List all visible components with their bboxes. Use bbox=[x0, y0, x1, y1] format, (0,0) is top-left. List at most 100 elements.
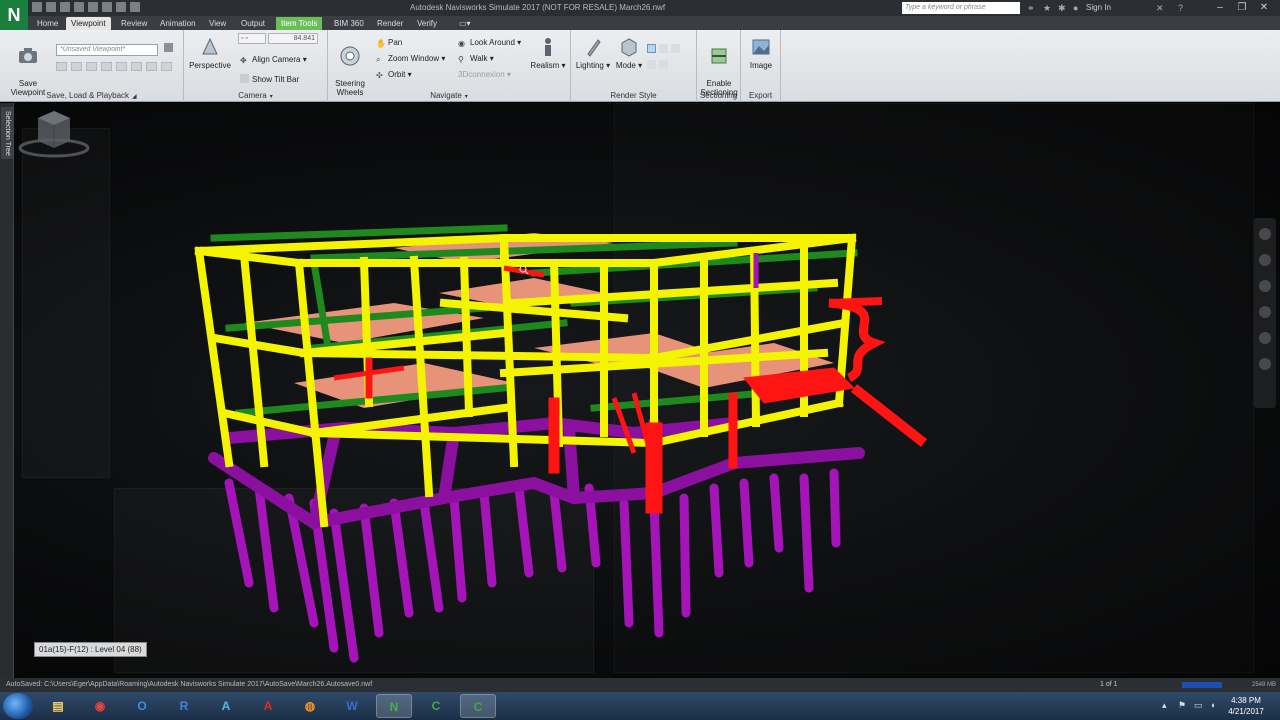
tray-monitor-icon[interactable]: ▭ bbox=[1194, 700, 1204, 710]
tab-bim-360[interactable]: BIM 360 bbox=[329, 17, 369, 30]
next-icon[interactable] bbox=[146, 62, 157, 71]
word-taskbar-icon[interactable]: W bbox=[334, 694, 370, 718]
print-icon[interactable] bbox=[74, 2, 84, 12]
save-viewpoint-button[interactable]: Save Viewpoint bbox=[6, 36, 50, 97]
walk-nav-icon[interactable] bbox=[1259, 358, 1271, 370]
steering-wheel-nav-icon[interactable] bbox=[1259, 228, 1271, 240]
realism-button[interactable]: Realism ▾ bbox=[526, 36, 570, 70]
tab-item-tools[interactable]: Item Tools bbox=[276, 17, 323, 30]
camtasia-recorder-taskbar-icon[interactable]: C bbox=[460, 694, 496, 718]
group-sectioning: Enable Sectioning Sectioning bbox=[697, 30, 741, 102]
last-icon[interactable] bbox=[161, 62, 172, 71]
autodesk-taskbar-icon[interactable]: A bbox=[208, 694, 244, 718]
tab-animation[interactable]: Animation bbox=[155, 17, 201, 30]
eye-icon: ◉ bbox=[458, 39, 465, 48]
explorer-taskbar-icon[interactable]: ▤ bbox=[40, 694, 76, 718]
tray-flag-icon[interactable]: ⚑ bbox=[1178, 700, 1188, 710]
acrobat-taskbar-icon[interactable]: A bbox=[250, 694, 286, 718]
outlook-taskbar-icon[interactable]: O bbox=[124, 694, 160, 718]
title-bar: N Autodesk Navisworks Simulate 2017 (NOT… bbox=[0, 0, 1280, 30]
left-dock-panel: Selection Tree bbox=[0, 103, 14, 678]
tab-review[interactable]: Review bbox=[116, 17, 152, 30]
user-icon[interactable]: ● bbox=[1073, 3, 1083, 13]
select-icon[interactable] bbox=[130, 2, 140, 12]
clock-date: 4/21/2017 bbox=[1228, 707, 1264, 716]
system-clock[interactable]: 4:38 PM 4/21/2017 bbox=[1222, 695, 1270, 717]
mode-button[interactable]: Mode ▾ bbox=[607, 36, 651, 70]
zoom-window-button[interactable]: ⌕ Zoom Window ▾ bbox=[376, 54, 445, 64]
3d-viewport[interactable]: 01a(15)-F(12) : Level 04 (88) bbox=[14, 103, 1280, 678]
revit-taskbar-icon[interactable]: R bbox=[166, 694, 202, 718]
close-button[interactable]: ✕ bbox=[1254, 0, 1274, 16]
orbit-button[interactable]: ✣ Orbit ▾ bbox=[376, 70, 412, 80]
tray-arrow-icon[interactable]: ▴ bbox=[1162, 700, 1172, 710]
steering-wheels-button[interactable]: Steering Wheels bbox=[328, 36, 372, 97]
tab-output[interactable]: Output bbox=[236, 17, 270, 30]
cube-icon bbox=[621, 38, 637, 57]
tab-view[interactable]: View bbox=[204, 17, 231, 30]
tab-home[interactable]: Home bbox=[32, 17, 63, 30]
viewpoint-dropdown[interactable]: *Unsaved Viewpoint* bbox=[56, 44, 158, 56]
stop-icon[interactable] bbox=[101, 62, 112, 71]
ribbon-options-icon[interactable]: ▭▾ bbox=[454, 17, 476, 30]
hand-icon: ✋ bbox=[376, 39, 386, 48]
group-render-style: Lighting ▾ Mode ▾ Render Style bbox=[571, 30, 697, 102]
pan-button[interactable]: ✋ Pan bbox=[376, 38, 402, 48]
volume-icon[interactable]: ◖ bbox=[1210, 700, 1220, 710]
export-image-button[interactable]: Image bbox=[739, 36, 783, 70]
viewcube[interactable] bbox=[14, 103, 94, 163]
open-icon[interactable] bbox=[46, 2, 56, 12]
previous-icon[interactable] bbox=[71, 62, 82, 71]
tab-viewpoint[interactable]: Viewpoint bbox=[66, 17, 111, 30]
windows-taskbar: ▤ ◉ O R A A ◍ W N C C ▴ ⚑ ▭ ◖ 4:38 PM 4/… bbox=[0, 692, 1280, 720]
new-icon[interactable] bbox=[32, 2, 42, 12]
play-icon[interactable] bbox=[131, 62, 142, 71]
sign-in-link[interactable]: Sign In bbox=[1086, 3, 1111, 12]
zoom-icon: ⌕ bbox=[376, 55, 381, 64]
align-camera-button[interactable]: ✥ Align Camera ▾ bbox=[240, 55, 307, 65]
building-model bbox=[194, 224, 928, 663]
selection-tree-tab[interactable]: Selection Tree bbox=[1, 107, 13, 159]
fov-slider[interactable]: ▫ ▫ bbox=[238, 33, 266, 44]
binoculars-icon[interactable]: ⚭ bbox=[1027, 3, 1037, 13]
tab-verify[interactable]: Verify bbox=[412, 17, 442, 30]
look-around-button[interactable]: ◉ Look Around ▾ bbox=[458, 38, 521, 48]
restore-button[interactable]: ❐ bbox=[1232, 0, 1252, 16]
3dconnexion-button[interactable]: 3Dconnexion ▾ bbox=[458, 70, 511, 80]
minimize-button[interactable]: – bbox=[1210, 0, 1230, 16]
save-icon[interactable] bbox=[60, 2, 70, 12]
camtasia-taskbar-icon[interactable]: C bbox=[418, 694, 454, 718]
perspective-button[interactable]: Perspective bbox=[188, 36, 232, 70]
first-icon[interactable] bbox=[56, 62, 67, 71]
tab-render[interactable]: Render bbox=[372, 17, 408, 30]
show-tilt-bar-button[interactable]: Show Tilt Bar bbox=[240, 74, 299, 85]
undo-icon[interactable] bbox=[88, 2, 98, 12]
application-menu-logo[interactable]: N bbox=[0, 0, 28, 30]
search-input[interactable]: Type a keyword or phrase bbox=[902, 2, 1020, 14]
rewind-icon[interactable] bbox=[86, 62, 97, 71]
communication-icon[interactable]: ✱ bbox=[1058, 3, 1068, 13]
walk-button[interactable]: ⚲ Walk ▾ bbox=[458, 54, 494, 64]
autosave-status: AutoSaved: C:\Users\Eger\AppData\Roaming… bbox=[6, 681, 373, 688]
refresh-icon[interactable] bbox=[116, 2, 126, 12]
info-icon[interactable]: ★ bbox=[1043, 3, 1053, 13]
perspective-icon bbox=[202, 37, 218, 55]
redo-icon[interactable] bbox=[102, 2, 112, 12]
quick-access-toolbar bbox=[32, 2, 140, 12]
firefox-taskbar-icon[interactable]: ◍ bbox=[292, 694, 328, 718]
navisworks-taskbar-icon[interactable]: N bbox=[376, 694, 412, 718]
exchange-icon[interactable]: ✕ bbox=[1156, 3, 1166, 13]
fov-value-field[interactable]: 84.841 bbox=[268, 33, 318, 44]
viewpoint-settings-icon[interactable] bbox=[164, 43, 176, 54]
look-nav-icon[interactable] bbox=[1259, 332, 1271, 344]
zoom-nav-icon[interactable] bbox=[1259, 280, 1271, 292]
pause-icon[interactable] bbox=[116, 62, 127, 71]
enable-sectioning-button[interactable]: Enable Sectioning bbox=[697, 36, 741, 97]
chrome-taskbar-icon[interactable]: ◉ bbox=[82, 694, 118, 718]
render-options-icons-2[interactable] bbox=[647, 60, 671, 71]
orbit-nav-icon[interactable] bbox=[1259, 306, 1271, 318]
render-options-icons[interactable] bbox=[647, 44, 683, 55]
start-button[interactable] bbox=[3, 693, 33, 719]
pan-nav-icon[interactable] bbox=[1259, 254, 1271, 266]
help-icon[interactable]: ? bbox=[1178, 3, 1188, 13]
